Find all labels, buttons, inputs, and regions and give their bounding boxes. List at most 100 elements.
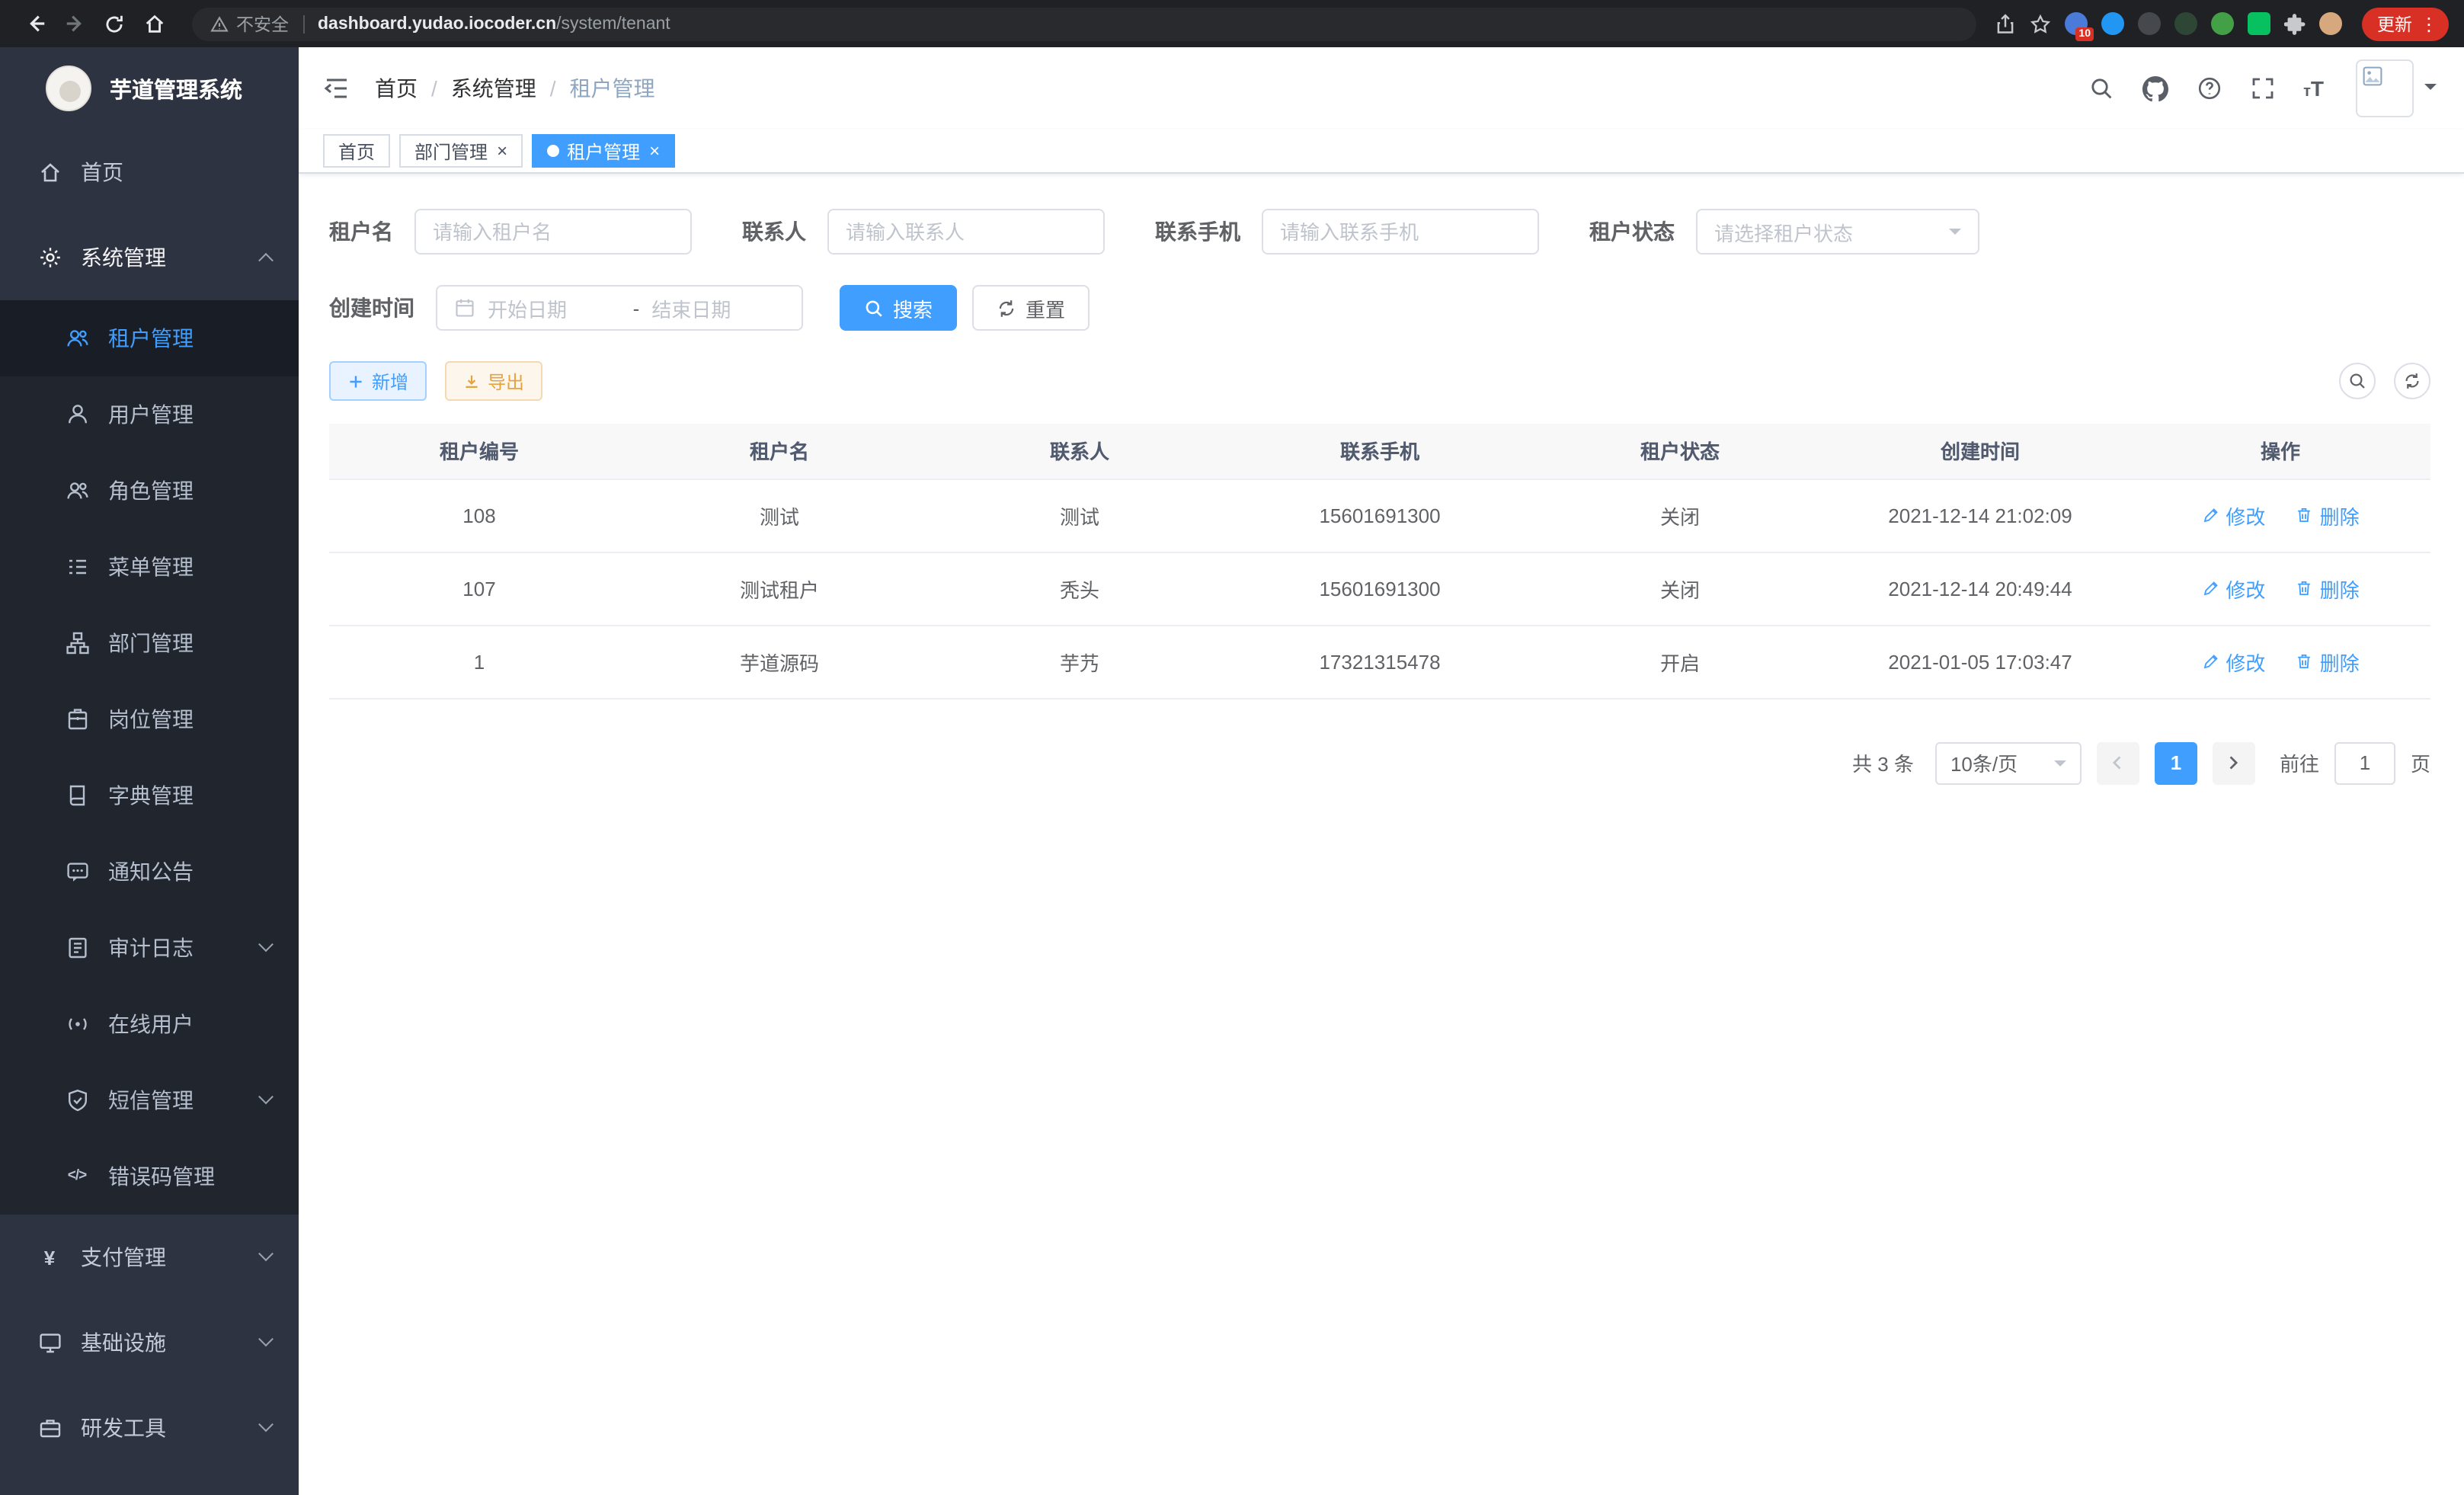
page-unit-label: 页 (2411, 748, 2430, 777)
breadcrumb-home[interactable]: 首页 (375, 73, 418, 104)
contact-input[interactable] (846, 220, 1086, 243)
filter-row-1: 租户名 联系人 联系手机 (329, 209, 2430, 255)
browser-profile-avatar[interactable] (2319, 12, 2342, 35)
date-range-picker[interactable]: 开始日期 - 结束日期 (436, 285, 803, 331)
breadcrumb-system[interactable]: 系统管理 (451, 73, 536, 104)
sidebar-item-audit-log[interactable]: 审计日志 (0, 910, 299, 986)
browser-forward-button[interactable] (55, 4, 94, 43)
delete-link[interactable]: 删除 (2296, 501, 2360, 530)
page-number-button[interactable]: 1 (2155, 741, 2197, 784)
app-logo[interactable]: 芋道管理系统 (0, 47, 299, 130)
extension-icon[interactable] (2138, 12, 2161, 35)
delete-link[interactable]: 删除 (2296, 574, 2360, 603)
security-indicator[interactable]: 不安全 (210, 11, 289, 36)
column-header: 租户编号 (329, 424, 629, 479)
add-button[interactable]: 新增 (329, 361, 427, 401)
extensions-menu-button[interactable] (2284, 13, 2306, 34)
cell-tenant-id: 108 (329, 479, 629, 552)
browser-back-button[interactable] (15, 4, 55, 43)
sidebar-toggle[interactable] (323, 75, 350, 102)
delete-label: 删除 (2320, 574, 2360, 603)
avatar (2356, 59, 2414, 117)
address-bar[interactable]: 不安全 dashboard.yudao.iocoder.cn/system/te… (192, 7, 1976, 40)
user-menu[interactable] (2356, 59, 2437, 117)
refresh-table-button[interactable] (2394, 363, 2430, 399)
browser-reload-button[interactable] (94, 4, 134, 43)
reset-button-label: 重置 (1026, 293, 1065, 322)
sidebar-item-payment-management[interactable]: ¥ 支付管理 (0, 1215, 299, 1300)
sidebar-item-label: 错误码管理 (108, 1161, 215, 1192)
star-icon (2030, 13, 2051, 34)
sidebar-item-dept-management[interactable]: 部门管理 (0, 605, 299, 681)
tab-home[interactable]: 首页 (323, 134, 390, 168)
sidebar-item-error-code[interactable]: </> 错误码管理 (0, 1138, 299, 1215)
sidebar-item-menu-management[interactable]: 菜单管理 (0, 529, 299, 605)
add-button-label: 新增 (372, 368, 408, 394)
sidebar-item-dev-tools[interactable]: 研发工具 (0, 1385, 299, 1471)
export-button[interactable]: 导出 (445, 361, 542, 401)
main-area: 首页 / 系统管理 / 租户管理 (299, 47, 2464, 1495)
tags-view: 首页 部门管理 × 租户管理 × (299, 130, 2464, 174)
sidebar-item-online-users[interactable]: 在线用户 (0, 986, 299, 1062)
sidebar-item-system-management[interactable]: 系统管理 (0, 215, 299, 300)
header-search-button[interactable] (2088, 76, 2113, 101)
chevron-up-icon (258, 252, 274, 267)
sidebar-item-post-management[interactable]: 岗位管理 (0, 681, 299, 757)
delete-link[interactable]: 删除 (2296, 647, 2360, 676)
browser-update-button[interactable]: 更新 ⋮ (2362, 7, 2449, 40)
edit-link[interactable]: 修改 (2201, 574, 2265, 603)
edit-link[interactable]: 修改 (2201, 501, 2265, 530)
prev-page-button[interactable] (2097, 741, 2139, 784)
docs-help-button[interactable] (2197, 76, 2221, 101)
extension-icon[interactable] (2101, 12, 2124, 35)
sidebar-item-label: 支付管理 (81, 1242, 166, 1273)
status-select[interactable]: 请选择租户状态 (1696, 209, 1979, 255)
toggle-search-button[interactable] (2339, 363, 2376, 399)
puzzle-icon (2284, 13, 2306, 34)
sidebar-item-user-management[interactable]: 用户管理 (0, 376, 299, 453)
fullscreen-button[interactable] (2250, 76, 2274, 101)
bookmark-button[interactable] (2030, 13, 2051, 34)
tenant-name-input[interactable] (433, 220, 674, 243)
font-size-button[interactable]: тT (2303, 77, 2324, 100)
sidebar-item-infrastructure[interactable]: 基础设施 (0, 1300, 299, 1385)
search-button[interactable]: 搜索 (840, 285, 957, 331)
next-page-button[interactable] (2213, 741, 2255, 784)
cell-actions: 修改 删除 (2130, 552, 2430, 625)
page-size-select[interactable]: 10条/页 (1935, 741, 2082, 784)
filter-status: 租户状态 请选择租户状态 (1589, 209, 1979, 255)
app-window: 芋道管理系统 首页 系统管理 租户管理 (0, 47, 2464, 1495)
tenant-name-input-wrap (414, 209, 692, 255)
field-label: 创建时间 (329, 293, 414, 323)
browser-menu-icon[interactable]: ⋮ (2420, 14, 2438, 33)
sidebar-item-home[interactable]: 首页 (0, 130, 299, 215)
reset-button[interactable]: 重置 (972, 285, 1090, 331)
extension-icon[interactable]: 10 (2065, 12, 2088, 35)
sidebar-item-role-management[interactable]: 角色管理 (0, 453, 299, 529)
close-icon[interactable]: × (649, 142, 660, 160)
extension-icon[interactable] (2248, 12, 2270, 35)
sidebar-item-dict-management[interactable]: 字典管理 (0, 757, 299, 834)
tab-label: 首页 (338, 138, 375, 164)
sidebar-item-notice[interactable]: 通知公告 (0, 834, 299, 910)
menu-list-icon (64, 554, 90, 580)
browser-home-button[interactable] (134, 4, 174, 43)
filter-contact: 联系人 (742, 209, 1105, 255)
cell-mobile: 17321315478 (1230, 625, 1530, 698)
edit-link[interactable]: 修改 (2201, 647, 2265, 676)
close-icon[interactable]: × (497, 142, 507, 160)
mobile-input[interactable] (1280, 220, 1521, 243)
tab-tenant-management[interactable]: 租户管理 × (532, 134, 675, 168)
share-button[interactable] (1995, 13, 2016, 34)
sidebar-item-tenant-management[interactable]: 租户管理 (0, 300, 299, 376)
github-link[interactable] (2142, 75, 2168, 101)
logo-image (46, 66, 91, 111)
goto-page-input[interactable] (2334, 741, 2395, 784)
extension-icon[interactable] (2211, 12, 2234, 35)
tab-dept-management[interactable]: 部门管理 × (399, 134, 523, 168)
cell-tenant-name: 芋道源码 (629, 625, 930, 698)
sidebar-item-sms-management[interactable]: 短信管理 (0, 1062, 299, 1138)
chevron-down-icon (258, 1245, 274, 1260)
extension-icon[interactable] (2174, 12, 2197, 35)
dictionary-icon (64, 783, 90, 808)
